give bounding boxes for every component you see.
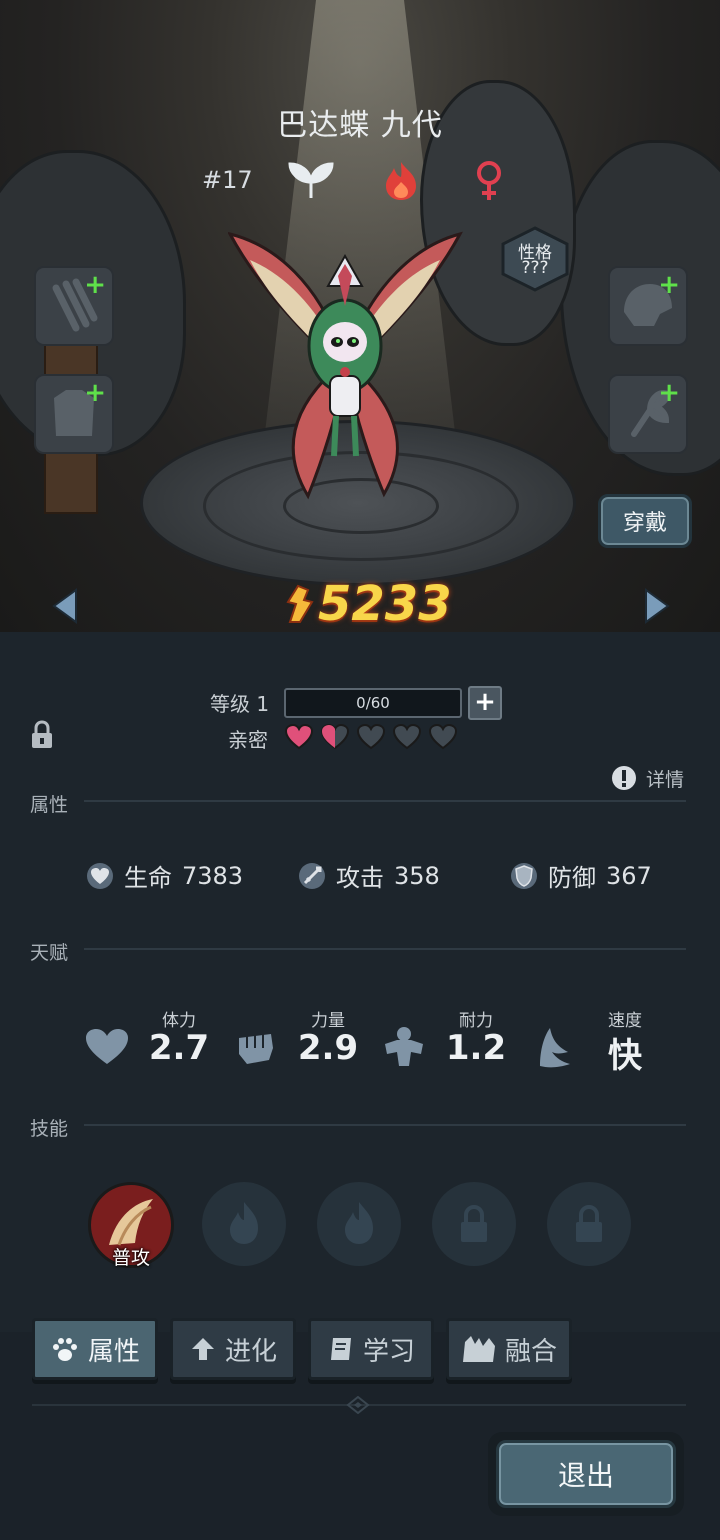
lock-icon[interactable] [30,720,54,750]
info-icon [612,766,636,790]
pet-name: 巴达蝶 九代 [277,108,443,143]
section-divider [84,948,686,950]
tab-evolve-label: 进化 [224,1336,277,1367]
intimacy-label: 亲密 [228,728,268,752]
talent-strength: 力量 2.9 [233,1006,383,1076]
section-title-skills: 技能 [30,1118,69,1140]
tab-attributes-label: 属性 [87,1336,140,1367]
female-icon [477,161,501,200]
heart-empty-icon [428,724,458,750]
stat-defense-label: 防御 [548,864,596,892]
details-label: 详情 [646,768,685,791]
next-pet-arrow-icon[interactable] [642,588,672,624]
book-icon [330,1338,351,1360]
combat-power: 5233 [282,574,452,634]
talent-speed: 速度 快 [530,1006,680,1076]
butterfly-pet-character [228,231,463,500]
flame-placeholder-icon [345,1202,373,1244]
tab-fusion-label: 融合 [504,1336,557,1367]
skill-normal-attack-label: 普攻 [111,1247,150,1269]
power-fist-icon [286,584,314,623]
section-title-talent: 天赋 [30,942,69,964]
stat-hp-label: 生命 [124,864,172,892]
skill-slot-locked[interactable] [547,1182,631,1266]
talent-endurance-value: 1.2 [445,1028,507,1068]
talent-speed-value: 快 [608,1036,642,1076]
talent-strength-value: 2.9 [297,1028,359,1068]
diamond-ornament-icon [346,1396,370,1414]
equip-slot-armor[interactable]: + [34,374,114,454]
personality-value: ??? [521,258,549,278]
level-progress-text: 0/60 [356,694,390,712]
leaf-element-icon [288,162,334,198]
paw-icon [52,1338,77,1361]
add-plus-icon: + [658,378,680,408]
talent-stamina: 体力 2.7 [84,1006,234,1076]
level-progress-bar: 0/60 [284,688,462,718]
section-divider [84,800,686,802]
previous-pet-arrow-icon[interactable] [50,588,80,624]
talent-stamina-value: 2.7 [148,1028,210,1068]
skill-slot-empty[interactable] [317,1182,401,1266]
section-title-attributes: 属性 [30,794,69,816]
intimacy-hearts [284,724,458,750]
fist-icon [239,1034,273,1064]
stat-hp-value: 7383 [182,861,244,890]
level-label: 等级 1 [210,692,270,716]
heart-half-icon [320,724,350,750]
exit-button[interactable]: 退出 [496,1440,676,1508]
talent-endurance: 耐力 1.2 [381,1006,531,1076]
fusion-icon [462,1336,495,1362]
section-divider [84,1124,686,1126]
equip-slot-accessory[interactable]: + [608,374,688,454]
details-button[interactable]: 详情 [610,764,684,792]
add-plus-icon: + [84,270,106,300]
add-plus-icon: + [658,270,680,300]
evolve-arrow-icon [191,1338,214,1360]
heart-empty-icon [356,724,386,750]
combat-power-value: 5233 [318,576,452,632]
sword-icon [299,862,325,889]
heart-shield-icon [87,862,113,889]
pet-number: #17 [202,166,253,194]
stat-attack: 攻击 358 [298,858,440,893]
heart-icon [86,1029,128,1064]
tab-fusion[interactable]: 融合 [446,1318,572,1380]
heart-empty-icon [392,724,422,750]
equip-slot-weapon[interactable]: + [34,266,114,346]
shield-icon [511,862,537,889]
equip-slot-helmet[interactable]: + [608,266,688,346]
stat-defense-value: 367 [606,861,652,890]
stat-defense: 防御 367 [510,858,652,893]
skill-slot-empty[interactable] [202,1182,286,1266]
stat-attack-value: 358 [394,861,440,890]
tab-evolve[interactable]: 进化 [170,1318,296,1380]
stat-hp: 生命 7383 [86,858,243,893]
skill-slot-locked[interactable] [432,1182,516,1266]
wing-icon [540,1028,570,1068]
tab-attributes[interactable]: 属性 [32,1318,158,1380]
lock-icon [461,1204,487,1242]
wear-button[interactable]: 穿戴 [598,494,692,548]
exit-button-frame: 退出 [488,1432,684,1516]
lock-icon [576,1204,602,1242]
tab-learn[interactable]: 学习 [308,1318,434,1380]
fire-element-icon [386,162,416,200]
personality-badge[interactable]: 性格 ??? [500,226,570,292]
skill-normal-attack[interactable]: 普攻 [88,1182,174,1269]
level-up-button[interactable]: + [468,686,502,720]
heart-full-icon [284,724,314,750]
tab-learn-label: 学习 [362,1336,415,1367]
stat-attack-label: 攻击 [336,864,384,892]
muscle-icon [385,1027,423,1066]
flame-placeholder-icon [230,1202,258,1244]
add-plus-icon: + [84,378,106,408]
